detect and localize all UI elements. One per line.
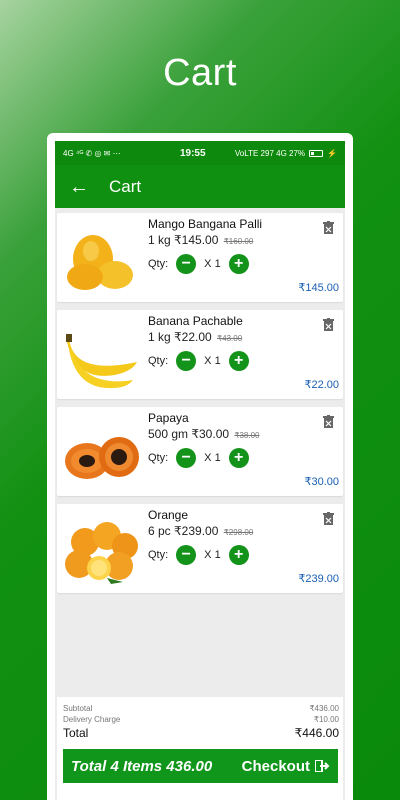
- checkout-button[interactable]: Checkout: [242, 758, 330, 775]
- item-total: ₹239.00: [298, 573, 339, 585]
- item-price: ₹239.00: [174, 524, 219, 538]
- cart-item: Orange 6 pc ₹239.00 ₹298.00 Qty: − X 1 +: [57, 504, 343, 593]
- item-total: ₹22.00: [304, 379, 339, 391]
- qty-stepper: Qty: − X 1 +: [148, 545, 249, 565]
- delivery-row: Delivery Charge ₹10.00: [63, 714, 339, 725]
- battery-icon: [309, 149, 324, 157]
- qty-stepper: Qty: − X 1 +: [148, 351, 249, 371]
- qty-label: Qty:: [148, 355, 169, 367]
- subtotal-label: Subtotal: [63, 704, 93, 713]
- cart-item: Papaya 500 gm ₹30.00 ₹38.00 Qty: − X 1 +: [57, 407, 343, 496]
- status-icons-right: VoLTE 297 4G 27% ⚡: [235, 149, 337, 158]
- exit-arrow-icon: [315, 760, 330, 772]
- app-screen: 4G ⁴ᴳ ✆ ◎ ✉ ⋯ 19:55 VoLTE 297 4G 27% ⚡ ←…: [55, 141, 345, 800]
- item-name: Orange: [148, 508, 189, 522]
- qty-value: X 1: [204, 355, 221, 367]
- total-value: ₹446.00: [294, 726, 339, 740]
- item-mrp: ₹160.00: [223, 237, 254, 246]
- orange-image: [65, 522, 138, 584]
- decrease-button[interactable]: −: [176, 254, 197, 274]
- item-unit: 1 kg: [148, 233, 171, 247]
- item-price-row: 1 kg ₹22.00 ₹43.00: [148, 330, 242, 344]
- delete-icon[interactable]: [323, 415, 334, 428]
- item-name: Papaya: [148, 411, 189, 425]
- qty-value: X 1: [204, 549, 221, 561]
- increase-button[interactable]: +: [228, 254, 249, 274]
- qty-value: X 1: [204, 452, 221, 464]
- increase-button[interactable]: +: [228, 448, 249, 468]
- item-mrp: ₹43.00: [217, 334, 243, 343]
- status-bar: 4G ⁴ᴳ ✆ ◎ ✉ ⋯ 19:55 VoLTE 297 4G 27% ⚡: [55, 141, 345, 165]
- total-items-text: Total 4 Items 436.00: [71, 757, 213, 775]
- total-row: Total ₹446.00: [63, 726, 339, 740]
- decrease-button[interactable]: −: [176, 545, 197, 565]
- qty-stepper: Qty: − X 1 +: [148, 448, 249, 468]
- back-arrow-icon[interactable]: ←: [69, 177, 89, 197]
- status-time: 19:55: [179, 147, 206, 159]
- delivery-label: Delivery Charge: [63, 715, 121, 724]
- item-total: ₹145.00: [298, 282, 339, 294]
- decrease-button[interactable]: −: [176, 448, 197, 468]
- cart-item: Banana Pachable 1 kg ₹22.00 ₹43.00 Qty: …: [57, 310, 343, 399]
- item-mrp: ₹298.00: [223, 528, 254, 537]
- cart-summary: Subtotal ₹436.00 Delivery Charge ₹10.00 …: [57, 697, 343, 800]
- qty-label: Qty:: [148, 258, 169, 270]
- papaya-image: [65, 437, 139, 479]
- hero-title: Cart: [163, 52, 237, 94]
- status-icons-left: 4G ⁴ᴳ ✆ ◎ ✉ ⋯: [63, 148, 121, 158]
- item-unit: 500 gm: [148, 427, 189, 441]
- delete-icon[interactable]: [323, 221, 334, 234]
- item-price-row: 1 kg ₹145.00 ₹160.00: [148, 233, 253, 247]
- delete-icon[interactable]: [323, 318, 334, 331]
- cart-list: Mango Bangana Palli 1 kg ₹145.00 ₹160.00…: [55, 208, 345, 593]
- qty-label: Qty:: [148, 549, 169, 561]
- charging-icon: ⚡: [327, 148, 337, 158]
- item-price-row: 6 pc ₹239.00 ₹298.00: [148, 524, 253, 538]
- qty-label: Qty:: [148, 452, 169, 464]
- checkout-label: Checkout: [241, 757, 310, 775]
- phone-frame: 4G ⁴ᴳ ✆ ◎ ✉ ⋯ 19:55 VoLTE 297 4G 27% ⚡ ←…: [47, 133, 353, 800]
- delete-icon[interactable]: [323, 512, 334, 525]
- increase-button[interactable]: +: [228, 545, 249, 565]
- increase-button[interactable]: +: [228, 351, 249, 371]
- total-label: Total: [63, 726, 89, 740]
- toolbar-title: Cart: [109, 176, 142, 196]
- item-unit: 6 pc: [148, 524, 171, 538]
- item-price: ₹30.00: [191, 427, 230, 441]
- item-mrp: ₹38.00: [234, 431, 260, 440]
- item-unit: 1 kg: [148, 330, 171, 344]
- qty-stepper: Qty: − X 1 +: [148, 254, 249, 274]
- item-price-row: 500 gm ₹30.00 ₹38.00: [148, 427, 260, 441]
- cart-item: Mango Bangana Palli 1 kg ₹145.00 ₹160.00…: [57, 213, 343, 302]
- subtotal-value: ₹436.00: [309, 704, 339, 713]
- status-network: VoLTE 297 4G 27%: [234, 148, 306, 158]
- item-name: Mango Bangana Palli: [148, 217, 263, 231]
- item-name: Banana Pachable: [148, 314, 243, 328]
- mango-image: [67, 235, 133, 290]
- item-price: ₹22.00: [174, 330, 212, 344]
- delivery-value: ₹10.00: [313, 715, 339, 724]
- item-price: ₹145.00: [174, 233, 219, 247]
- qty-value: X 1: [204, 258, 221, 270]
- item-total: ₹30.00: [304, 476, 339, 488]
- checkout-bar[interactable]: Total 4 Items 436.00 Checkout: [63, 749, 338, 783]
- decrease-button[interactable]: −: [176, 351, 197, 371]
- subtotal-row: Subtotal ₹436.00: [63, 703, 339, 714]
- app-toolbar: ← Cart: [55, 165, 345, 208]
- banana-image: [66, 334, 137, 389]
